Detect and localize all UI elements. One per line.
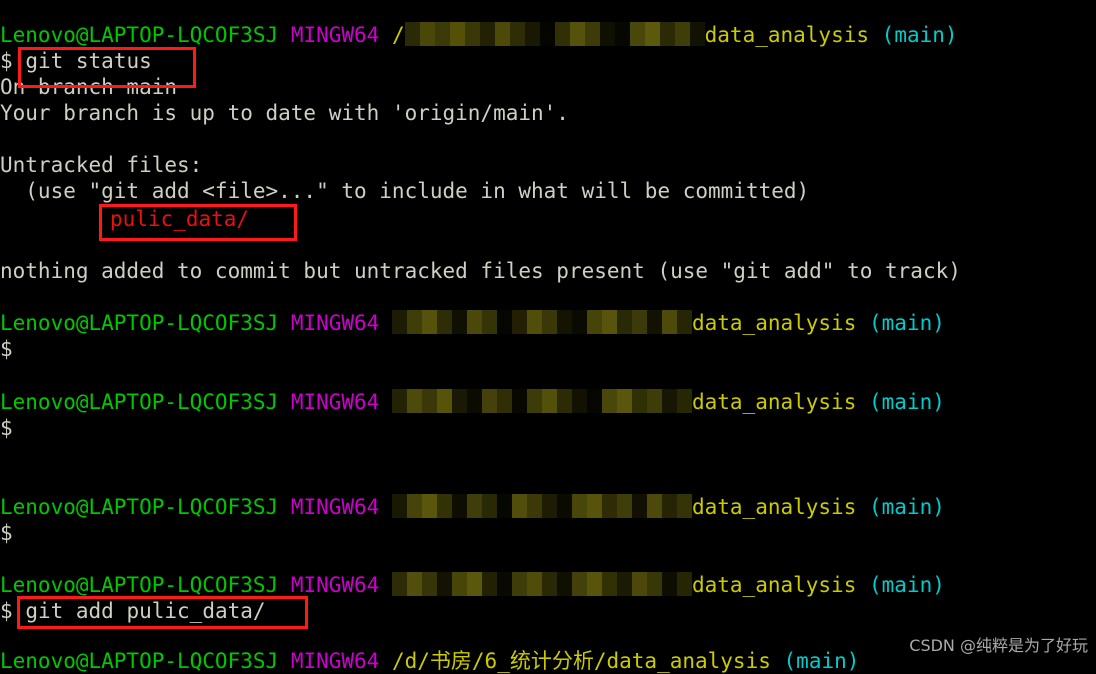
prompt-symbol: $	[0, 599, 13, 623]
git-branch-label: (main)	[869, 390, 945, 414]
prompt-shell-label: MINGW64	[290, 649, 380, 673]
command-line-git-add[interactable]: $ git add pulic_data/	[0, 598, 266, 624]
output-git-add-hint: (use "git add <file>..." to include in w…	[0, 179, 810, 203]
command-line-git-status[interactable]: $ git status	[0, 48, 152, 74]
redacted-path-mosaic	[391, 389, 692, 413]
prompt-user-host: Lenovo@LAPTOP-LQCOF3SJ	[0, 390, 279, 414]
prompt-line-1: Lenovo@LAPTOP-LQCOF3SJ MINGW64 / data_ana…	[0, 22, 958, 48]
prompt-space-2	[379, 23, 392, 47]
prompt-symbol: $	[0, 337, 13, 361]
typed-command-git-add: git add pulic_data/	[25, 599, 266, 623]
space-4	[13, 49, 26, 73]
repo-name: data_analysis	[691, 573, 857, 597]
output-branch-uptodate: Your branch is up to date with 'origin/m…	[0, 101, 569, 125]
git-branch-label: (main)	[869, 495, 945, 519]
empty-prompt-3[interactable]: $	[0, 415, 13, 441]
prompt-shell-label: MINGW64	[290, 573, 380, 597]
path-slash: /	[391, 23, 405, 47]
prompt-user-host: Lenovo@LAPTOP-LQCOF3SJ	[0, 573, 279, 597]
untracked-file-entry: pulic_data/	[110, 206, 249, 232]
prompt-symbol: $	[0, 521, 13, 545]
git-branch-label: (main)	[869, 573, 945, 597]
repo-name: data_analysis	[691, 495, 857, 519]
prompt-user-host: Lenovo@LAPTOP-LQCOF3SJ	[0, 649, 279, 673]
prompt-shell-label: MINGW64	[290, 495, 380, 519]
prompt-user-host: Lenovo@LAPTOP-LQCOF3SJ	[0, 23, 279, 47]
prompt-user-host: Lenovo@LAPTOP-LQCOF3SJ	[0, 311, 279, 335]
output-nothing-added: nothing added to commit but untracked fi…	[0, 259, 961, 283]
prompt-line-3: Lenovo@LAPTOP-LQCOF3SJ MINGW64 data_anal…	[0, 389, 945, 415]
repo-name: data_analysis	[691, 311, 857, 335]
git-branch-label: (main)	[881, 23, 958, 47]
redacted-path-mosaic	[391, 572, 692, 596]
prompt-line-4: Lenovo@LAPTOP-LQCOF3SJ MINGW64 data_anal…	[0, 494, 945, 520]
prompt-symbol: $	[0, 416, 13, 440]
output-on-branch-main: On branch main	[0, 75, 178, 99]
csdn-watermark: CSDN @纯粹是为了好玩	[909, 636, 1088, 655]
working-directory-path: /d/书房/6_统计分析/	[391, 649, 607, 673]
output-untracked-header: Untracked files:	[0, 153, 203, 177]
prompt-shell-label: MINGW64	[290, 390, 380, 414]
redacted-path-mosaic	[391, 310, 692, 334]
repo-name: data_analysis	[691, 390, 857, 414]
redacted-path-mosaic	[391, 494, 692, 518]
repo-name: data_analysis	[606, 649, 771, 673]
git-branch-label: (main)	[783, 649, 860, 673]
prompt-symbol: $	[0, 49, 13, 73]
untracked-file-name: pulic_data/	[110, 207, 250, 231]
prompt-line-6-clipped: Lenovo@LAPTOP-LQCOF3SJ MINGW64 /d/书房/6_统…	[0, 648, 859, 674]
redacted-path-mosaic	[404, 22, 705, 46]
prompt-shell-label: MINGW64	[290, 23, 380, 47]
repo-name: data_analysis	[704, 23, 870, 47]
typed-command-git-status: git status	[25, 49, 152, 73]
space-3	[869, 23, 882, 47]
git-branch-label: (main)	[869, 311, 945, 335]
terminal-window: Lenovo@LAPTOP-LQCOF3SJ MINGW64 / data_ana…	[0, 0, 1096, 673]
empty-prompt-4[interactable]: $	[0, 520, 13, 546]
prompt-line-2: Lenovo@LAPTOP-LQCOF3SJ MINGW64 data_anal…	[0, 310, 945, 336]
prompt-user-host: Lenovo@LAPTOP-LQCOF3SJ	[0, 495, 279, 519]
prompt-shell-label: MINGW64	[290, 311, 380, 335]
empty-prompt-2[interactable]: $	[0, 336, 13, 362]
prompt-line-5: Lenovo@LAPTOP-LQCOF3SJ MINGW64 data_anal…	[0, 572, 945, 598]
